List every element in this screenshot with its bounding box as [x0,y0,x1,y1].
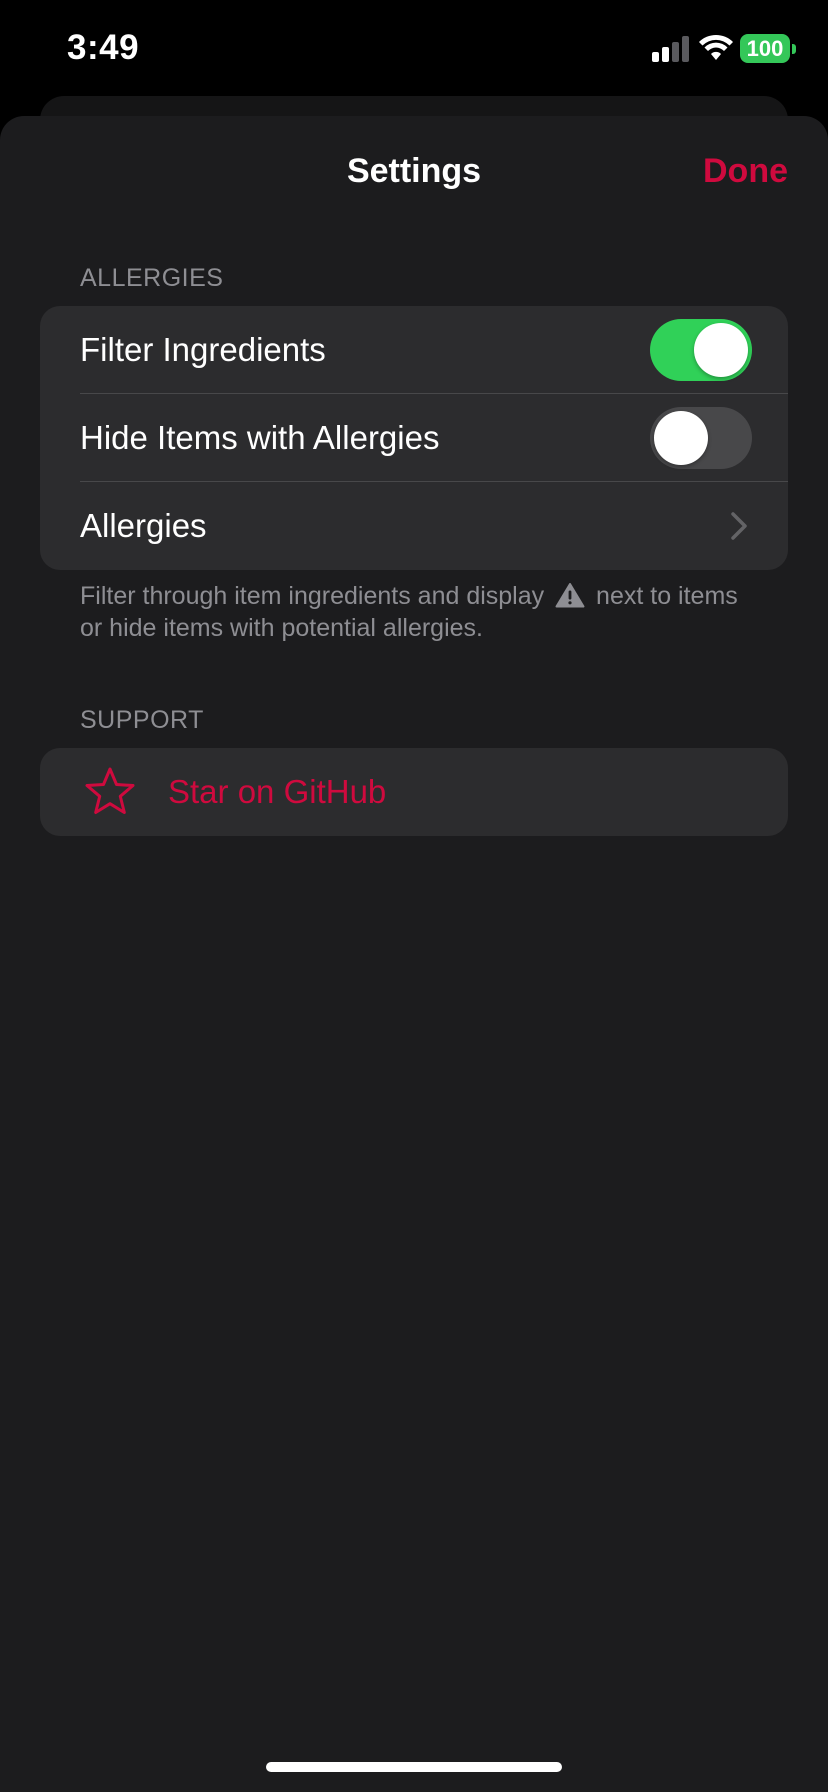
toggle-knob [654,411,708,465]
allergies-group: Filter Ingredients Hide Items with Aller… [40,306,788,570]
support-section-header: SUPPORT [80,706,204,734]
allergies-row[interactable]: Allergies [40,482,788,570]
filter-ingredients-row[interactable]: Filter Ingredients [40,306,788,394]
filter-ingredients-toggle[interactable] [650,319,752,381]
status-bar: 3:49 100 [0,0,828,96]
star-on-github-label: Star on GitHub [168,773,387,810]
filter-ingredients-label: Filter Ingredients [80,331,326,368]
allergies-footer: Filter through item ingredients and disp… [80,580,760,644]
hide-items-row[interactable]: Hide Items with Allergies [40,394,788,482]
wifi-icon [699,34,733,60]
battery-tip [792,44,796,54]
status-time: 3:49 [67,28,140,67]
chevron-right-icon [731,512,747,540]
warning-icon [555,583,585,608]
settings-sheet: Settings Done ALLERGIES Filter Ingredien… [0,116,828,1792]
hide-items-label: Hide Items with Allergies [80,419,440,456]
cellular-signal-icon [652,36,689,62]
home-indicator[interactable] [266,1762,562,1772]
battery-level: 100 [740,34,790,63]
done-button[interactable]: Done [703,152,788,191]
allergies-label: Allergies [80,507,207,544]
allergies-footer-part1: Filter through item ingredients and disp… [80,582,545,610]
toggle-knob [694,323,748,377]
allergies-section-header: ALLERGIES [80,264,224,292]
hide-items-toggle[interactable] [650,407,752,469]
star-icon [85,767,135,814]
support-group: Star on GitHub [40,748,788,836]
screen: 3:49 100 Settings Done ALLERGIES Filter … [0,0,828,1792]
star-on-github-button[interactable]: Star on GitHub [40,748,788,836]
battery-icon: 100 [740,34,796,63]
